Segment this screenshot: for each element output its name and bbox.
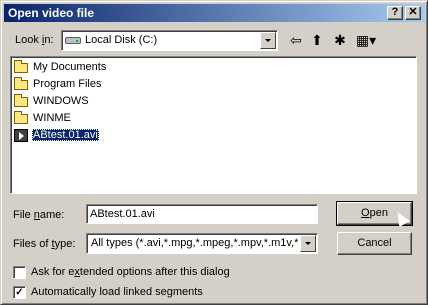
filename-label: File name: — [13, 209, 65, 221]
help-button[interactable]: ? — [387, 6, 403, 20]
extended-options-label: Ask for extended options after this dial… — [31, 266, 230, 278]
filetype-value: All types (*.avi,*.mpg,*.mpeg,*.mpv,*.m1… — [91, 237, 299, 249]
lookin-value: Local Disk (C:) — [85, 34, 158, 46]
autoload-label: Automatically load linked segments — [31, 286, 203, 298]
filename-value: ABtest.01.avi — [90, 208, 155, 220]
cancel-button[interactable]: Cancel — [337, 232, 412, 255]
open-video-dialog: Open video file ? ✕ Look in: Local Disk … — [0, 0, 428, 305]
title-bar[interactable]: Open video file ? ✕ — [4, 4, 425, 22]
filetype-dropdown[interactable]: All types (*.avi,*.mpg,*.mpeg,*.mpv,*.m1… — [86, 233, 318, 254]
filename-field[interactable]: ABtest.01.avi — [86, 204, 318, 224]
lookin-dropdown[interactable]: Local Disk (C:) — [61, 30, 278, 51]
file-list[interactable]: My Documents Program Files WINDOWS WINME… — [10, 56, 417, 194]
folder-icon — [14, 111, 28, 124]
folder-icon — [14, 94, 28, 107]
new-folder-icon[interactable]: ✱ — [330, 31, 350, 49]
chevron-down-icon[interactable] — [260, 32, 276, 49]
chevron-down-icon[interactable] — [300, 235, 316, 252]
filetype-label: Files of type: — [13, 238, 76, 250]
extended-options-checkbox[interactable] — [13, 266, 26, 279]
hard-drive-icon — [65, 37, 81, 44]
view-menu-icon[interactable]: ▦▾ — [353, 31, 379, 49]
window-title: Open video file — [8, 6, 95, 20]
folder-icon — [14, 77, 28, 90]
back-icon[interactable]: ⇦ — [286, 31, 306, 49]
open-button-label: Open — [361, 207, 388, 219]
lookin-label: Look in: — [15, 34, 54, 46]
video-file-icon — [14, 129, 28, 142]
folder-icon — [14, 60, 28, 73]
up-folder-icon[interactable]: ⬆ — [307, 31, 327, 49]
close-button[interactable]: ✕ — [405, 6, 421, 20]
autoload-checkbox[interactable]: ✓ — [13, 286, 26, 299]
